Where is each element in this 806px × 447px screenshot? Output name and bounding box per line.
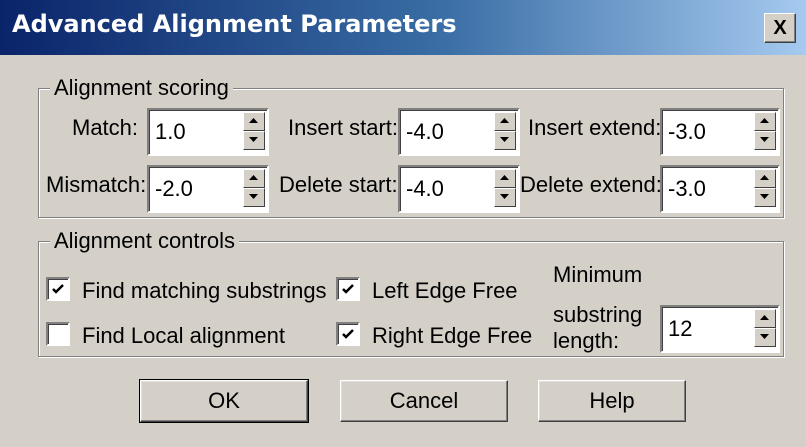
- min-substring-up-arrow-icon[interactable]: [754, 309, 776, 328]
- insert-extend-spinner[interactable]: -3.0: [660, 108, 780, 156]
- delete-extend-label: Delete extend:: [520, 172, 662, 197]
- delete-start-spinner[interactable]: -4.0: [398, 165, 520, 213]
- mismatch-spinner[interactable]: -2.0: [147, 165, 269, 213]
- find-local-checkbox[interactable]: [46, 322, 70, 346]
- delete-start-value[interactable]: -4.0: [406, 176, 444, 202]
- match-label: Match:: [72, 115, 139, 140]
- delete-extend-spinner[interactable]: -3.0: [660, 165, 780, 213]
- alignment-scoring-legend: Alignment scoring: [50, 75, 233, 101]
- left-edge-label[interactable]: Left Edge Free: [372, 278, 518, 304]
- match-spinner[interactable]: 1.0: [147, 108, 269, 156]
- insert-start-value[interactable]: -4.0: [406, 119, 444, 145]
- match-value[interactable]: 1.0: [155, 119, 186, 145]
- close-button[interactable]: X: [764, 13, 796, 43]
- delete-extend-up-arrow-icon[interactable]: [754, 169, 776, 188]
- help-button[interactable]: Help: [538, 380, 686, 422]
- delete-extend-value[interactable]: -3.0: [668, 176, 706, 202]
- left-edge-checkbox[interactable]: [336, 277, 360, 301]
- match-up-arrow-icon[interactable]: [243, 112, 265, 131]
- delete-start-label: Delete start:: [279, 172, 398, 197]
- right-edge-checkbox[interactable]: [336, 322, 360, 346]
- find-local-label[interactable]: Find Local alignment: [82, 323, 285, 349]
- min-substring-label-line2: substring: [553, 302, 643, 327]
- insert-start-up-arrow-icon[interactable]: [494, 112, 516, 131]
- min-substring-label-line1: Minimum: [553, 262, 643, 287]
- delete-start-down-arrow-icon[interactable]: [494, 188, 516, 207]
- insert-start-down-arrow-icon[interactable]: [494, 131, 516, 150]
- min-substring-value[interactable]: 12: [668, 316, 692, 342]
- ok-button[interactable]: OK: [139, 379, 309, 423]
- min-substring-label-line3: length:: [553, 328, 620, 353]
- insert-extend-label: Insert extend:: [528, 115, 662, 140]
- cancel-button[interactable]: Cancel: [340, 380, 508, 422]
- find-matching-checkbox[interactable]: [46, 277, 70, 301]
- mismatch-down-arrow-icon[interactable]: [243, 188, 265, 207]
- window-title: Advanced Alignment Parameters: [12, 10, 457, 38]
- min-substring-spinner[interactable]: 12: [660, 305, 780, 353]
- insert-extend-up-arrow-icon[interactable]: [754, 112, 776, 131]
- match-down-arrow-icon[interactable]: [243, 131, 265, 150]
- find-matching-label[interactable]: Find matching substrings: [82, 278, 327, 304]
- min-substring-down-arrow-icon[interactable]: [754, 328, 776, 347]
- delete-extend-down-arrow-icon[interactable]: [754, 188, 776, 207]
- mismatch-label: Mismatch:: [46, 172, 147, 197]
- title-bar[interactable]: Advanced Alignment Parameters X: [0, 0, 806, 55]
- right-edge-label[interactable]: Right Edge Free: [372, 323, 532, 349]
- insert-extend-value[interactable]: -3.0: [668, 119, 706, 145]
- advanced-alignment-dialog: Advanced Alignment Parameters X Alignmen…: [0, 0, 806, 447]
- insert-start-label: Insert start:: [288, 115, 399, 140]
- mismatch-up-arrow-icon[interactable]: [243, 169, 265, 188]
- mismatch-value[interactable]: -2.0: [155, 176, 193, 202]
- alignment-controls-legend: Alignment controls: [50, 228, 239, 254]
- delete-start-up-arrow-icon[interactable]: [494, 169, 516, 188]
- insert-extend-down-arrow-icon[interactable]: [754, 131, 776, 150]
- insert-start-spinner[interactable]: -4.0: [398, 108, 520, 156]
